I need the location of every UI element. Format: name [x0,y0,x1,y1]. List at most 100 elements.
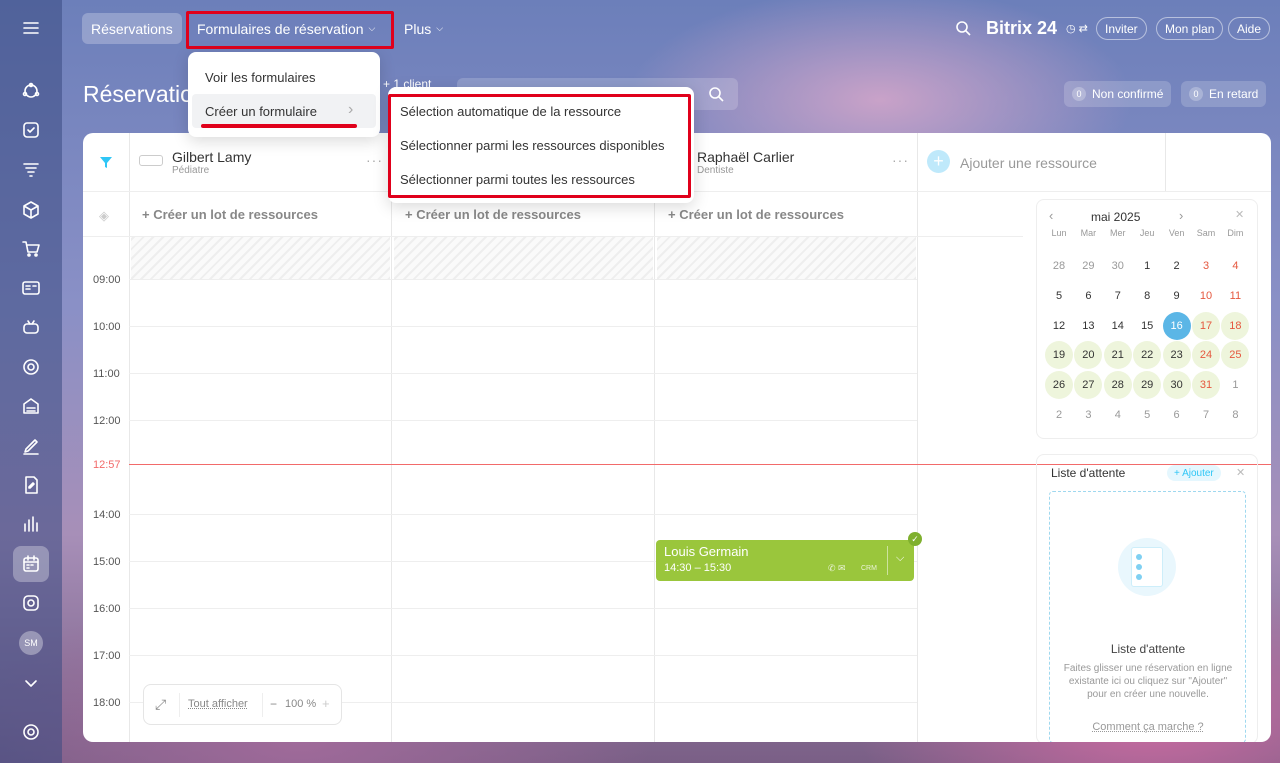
my-plan-button[interactable]: Mon plan [1156,17,1224,40]
target-icon[interactable] [17,353,45,381]
calendar-day[interactable]: 11 [1221,282,1249,310]
analytics-bars-icon[interactable] [17,510,45,538]
calendar-day[interactable]: 23 [1162,341,1191,370]
resource-more-icon[interactable]: ··· [366,152,383,168]
calendar-day[interactable]: 5 [1133,401,1161,429]
activity-icon[interactable] [17,77,45,105]
crm-label: CRM [861,565,877,572]
zoom-out-button[interactable]: − [270,697,277,711]
sign-pen-icon[interactable] [17,432,45,460]
calendar-day[interactable]: 26 [1045,371,1073,400]
calendar-day[interactable]: 27 [1074,371,1103,400]
menu-item-all-resources[interactable]: Sélectionner parmi toutes les ressources [400,172,635,187]
calendar-day[interactable]: 28 [1045,252,1073,280]
calendar-day[interactable]: 16 [1162,311,1191,340]
calendar-day[interactable]: 4 [1104,401,1132,429]
calendar-day[interactable]: 5 [1045,282,1073,310]
create-lot-button[interactable]: + Créer un lot de ressources [405,207,581,222]
warehouse-icon[interactable] [17,392,45,420]
cart-icon[interactable] [17,235,45,263]
waitlist-dropzone[interactable] [1049,491,1246,742]
tab-more[interactable]: Plus ⌵ [395,13,452,44]
resource-more-icon[interactable]: ··· [892,152,909,168]
weekday-label: Mar [1080,228,1097,238]
booking-event[interactable]: Louis Germain 14:30 – 15:30 ✆ ✉ CRM ⌵ [656,540,914,581]
contact-card-icon[interactable] [17,274,45,302]
calendar-day[interactable]: 30 [1104,252,1132,280]
calendar-day[interactable]: 15 [1133,312,1161,340]
calendar-day[interactable]: 8 [1133,282,1161,310]
calendar-day[interactable]: 9 [1163,282,1191,310]
tab-reservations[interactable]: Réservations [82,13,182,44]
calendar-day[interactable]: 31 [1192,371,1220,400]
create-lot-button[interactable]: + Créer un lot de ressources [142,207,318,222]
calendar-day[interactable]: 14 [1104,312,1132,340]
collapse-icon[interactable]: ✕ [1236,466,1245,479]
filter-icon[interactable] [99,155,113,174]
toggle-switch[interactable] [139,155,163,166]
document-edit-icon[interactable] [17,471,45,499]
calendar-day[interactable]: 2 [1045,401,1073,429]
show-all-button[interactable]: Tout afficher [188,698,248,710]
unconfirmed-count: 0 [1072,87,1086,101]
unconfirmed-badge[interactable]: 0 Non confirmé [1064,81,1172,107]
calendar-day[interactable]: 6 [1074,282,1102,310]
how-it-works-link[interactable]: Comment ça marche ? [1037,721,1259,733]
booking-calendar-icon[interactable] [13,546,49,582]
add-resource-button[interactable]: Ajouter une ressource [960,155,1097,171]
create-form-submenu: Sélection automatique de la ressource Sé… [388,87,694,203]
calendar-day[interactable]: 29 [1074,252,1102,280]
late-badge[interactable]: 0 En retard [1181,81,1267,107]
calendar-day[interactable]: 2 [1163,252,1191,280]
calendar-day[interactable]: 24 [1192,341,1220,370]
chevron-down-icon[interactable]: ⌵ [896,552,904,565]
calendar-day[interactable]: 8 [1221,401,1249,429]
calendar-day[interactable]: 21 [1103,341,1132,370]
next-month-icon[interactable]: › [1179,208,1183,223]
calendar-day[interactable]: 25 [1221,341,1250,370]
box-icon[interactable] [17,196,45,224]
menu-icon[interactable] [17,14,45,42]
create-lot-button[interactable]: + Créer un lot de ressources [668,207,844,222]
chevron-down-icon[interactable] [17,669,45,697]
expand-icon[interactable]: ⤢ [155,696,166,713]
calendar-day[interactable]: 6 [1163,401,1191,429]
calendar-day[interactable]: 28 [1103,371,1132,400]
calendar-day[interactable]: 13 [1074,312,1102,340]
prev-month-icon[interactable]: ‹ [1049,208,1053,223]
user-avatar[interactable]: SM [19,631,43,655]
calendar-day[interactable]: 1 [1133,252,1161,280]
calendar-day[interactable]: 3 [1192,252,1220,280]
calendar-day[interactable]: 22 [1133,341,1162,370]
collapse-icon[interactable]: ✕ [1235,208,1244,221]
calendar-day[interactable]: 4 [1221,252,1249,280]
robot-icon[interactable] [17,313,45,341]
zoom-in-button[interactable]: + [322,696,330,711]
filter-funnel-icon[interactable] [17,156,45,184]
calendar-day[interactable]: 29 [1133,371,1162,400]
add-resource-icon[interactable]: + [927,150,950,173]
menu-item-auto-resource[interactable]: Sélection automatique de la ressource [400,104,621,119]
late-label: En retard [1209,87,1259,101]
calendar-day[interactable]: 17 [1192,311,1220,340]
calendar-day[interactable]: 7 [1192,401,1220,429]
invite-button[interactable]: Inviter [1096,17,1147,40]
calendar-day[interactable]: 3 [1074,401,1102,429]
calendar-day[interactable]: 1 [1221,371,1249,399]
calendar-day[interactable]: 18 [1221,311,1250,340]
waitlist-add-button[interactable]: + Ajouter [1167,465,1221,481]
tasks-icon[interactable] [17,116,45,144]
menu-item-view-forms[interactable]: Voir les formulaires [205,70,316,85]
calendar-day[interactable]: 19 [1045,341,1073,370]
help-button[interactable]: Aide [1228,17,1271,40]
search-icon[interactable] [955,20,971,41]
menu-item-available-resources[interactable]: Sélectionner parmi les ressources dispon… [400,138,664,153]
calendar-day[interactable]: 30 [1162,371,1191,400]
chat-icon[interactable] [17,589,45,617]
calendar-day[interactable]: 7 [1104,282,1132,310]
calendar-day[interactable]: 10 [1192,282,1220,310]
calendar-day[interactable]: 20 [1074,341,1103,370]
tab-booking-forms[interactable]: Formulaires de réservation ⌵ [188,13,384,44]
calendar-day[interactable]: 12 [1045,312,1073,340]
settings-gear-icon[interactable] [17,718,45,746]
